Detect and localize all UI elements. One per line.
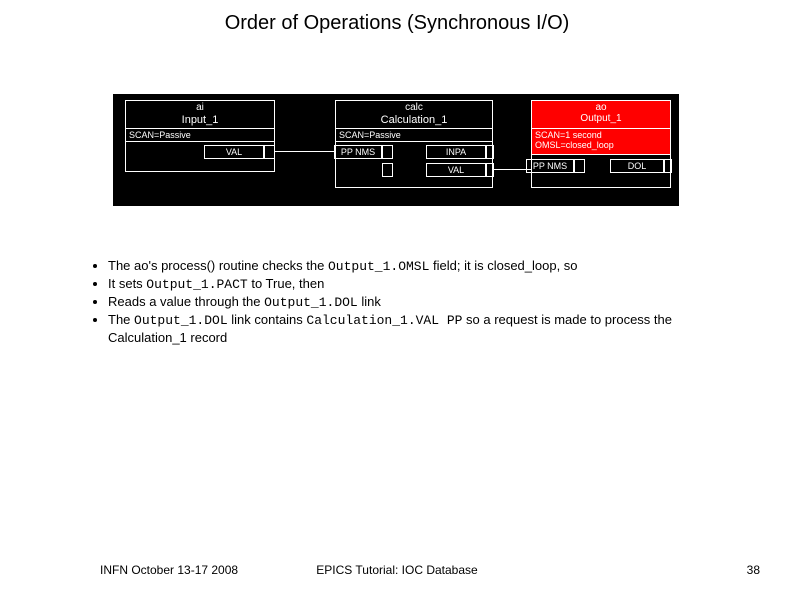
block3-name: Output_1 xyxy=(536,113,666,124)
block2-val-port-right xyxy=(486,163,494,177)
block1-meta: SCAN=Passive xyxy=(126,129,274,142)
code-dol: Output_1.DOL xyxy=(264,295,358,310)
bullet-2: It sets Output_1.PACT to True, then xyxy=(108,275,720,293)
block1-type: ai xyxy=(130,102,270,114)
block2-port-left xyxy=(382,145,393,159)
block2-val-port-left xyxy=(382,163,393,177)
block1-header: ai Input_1 xyxy=(126,101,274,129)
block1-name: Input_1 xyxy=(130,114,270,127)
block3-metabox: SCAN=1 second OMSL=closed_loop xyxy=(532,129,670,155)
block2-inpa: INPA xyxy=(426,145,486,159)
block1-val-field: VAL xyxy=(204,145,264,159)
bullet-3: Reads a value through the Output_1.DOL l… xyxy=(108,293,720,311)
block3-port-left xyxy=(574,159,585,173)
block3-dol-port xyxy=(664,159,672,173)
block2-header: calc Calculation_1 xyxy=(336,101,492,129)
block2-ppnms: PP NMS xyxy=(334,145,382,159)
block1-val-port xyxy=(264,145,275,159)
footer: INFN October 13-17 2008 EPICS Tutorial: … xyxy=(0,563,794,577)
block2-val: VAL xyxy=(426,163,486,177)
block3-type: ao xyxy=(536,102,666,113)
bullet-4: The Output_1.DOL link contains Calculati… xyxy=(108,311,720,346)
block3-header: ao Output_1 xyxy=(532,101,670,129)
block2-name: Calculation_1 xyxy=(340,114,488,127)
block3-dol: DOL xyxy=(610,159,664,173)
block2-type: calc xyxy=(340,102,488,114)
code-dol2: Output_1.DOL xyxy=(134,313,228,328)
link-line-2 xyxy=(493,169,531,170)
diagram-container: ai Input_1 SCAN=Passive VAL calc Calcula… xyxy=(113,94,679,206)
code-pact: Output_1.PACT xyxy=(146,277,247,292)
bullet-1: The ao's process() routine checks the Ou… xyxy=(108,257,720,275)
code-calcval: Calculation_1.VAL PP xyxy=(306,313,462,328)
block3-ppnms: PP NMS xyxy=(526,159,574,173)
block2-inpa-port xyxy=(486,145,494,159)
block-calc-calculation1: calc Calculation_1 SCAN=Passive PP NMS I… xyxy=(335,100,493,188)
footer-center: EPICS Tutorial: IOC Database xyxy=(0,563,794,577)
slide-title: Order of Operations (Synchronous I/O) xyxy=(0,0,794,35)
block2-meta: SCAN=Passive xyxy=(336,129,492,142)
block3-meta2: OMSL=closed_loop xyxy=(535,140,667,150)
code-omsl: Output_1.OMSL xyxy=(328,259,429,274)
bullet-list: The ao's process() routine checks the Ou… xyxy=(90,257,720,346)
block3-meta1: SCAN=1 second xyxy=(535,130,667,140)
block-ao-output1: ao Output_1 SCAN=1 second OMSL=closed_lo… xyxy=(531,100,671,188)
link-line-1 xyxy=(275,151,335,152)
block-ai-input1: ai Input_1 SCAN=Passive VAL xyxy=(125,100,275,172)
